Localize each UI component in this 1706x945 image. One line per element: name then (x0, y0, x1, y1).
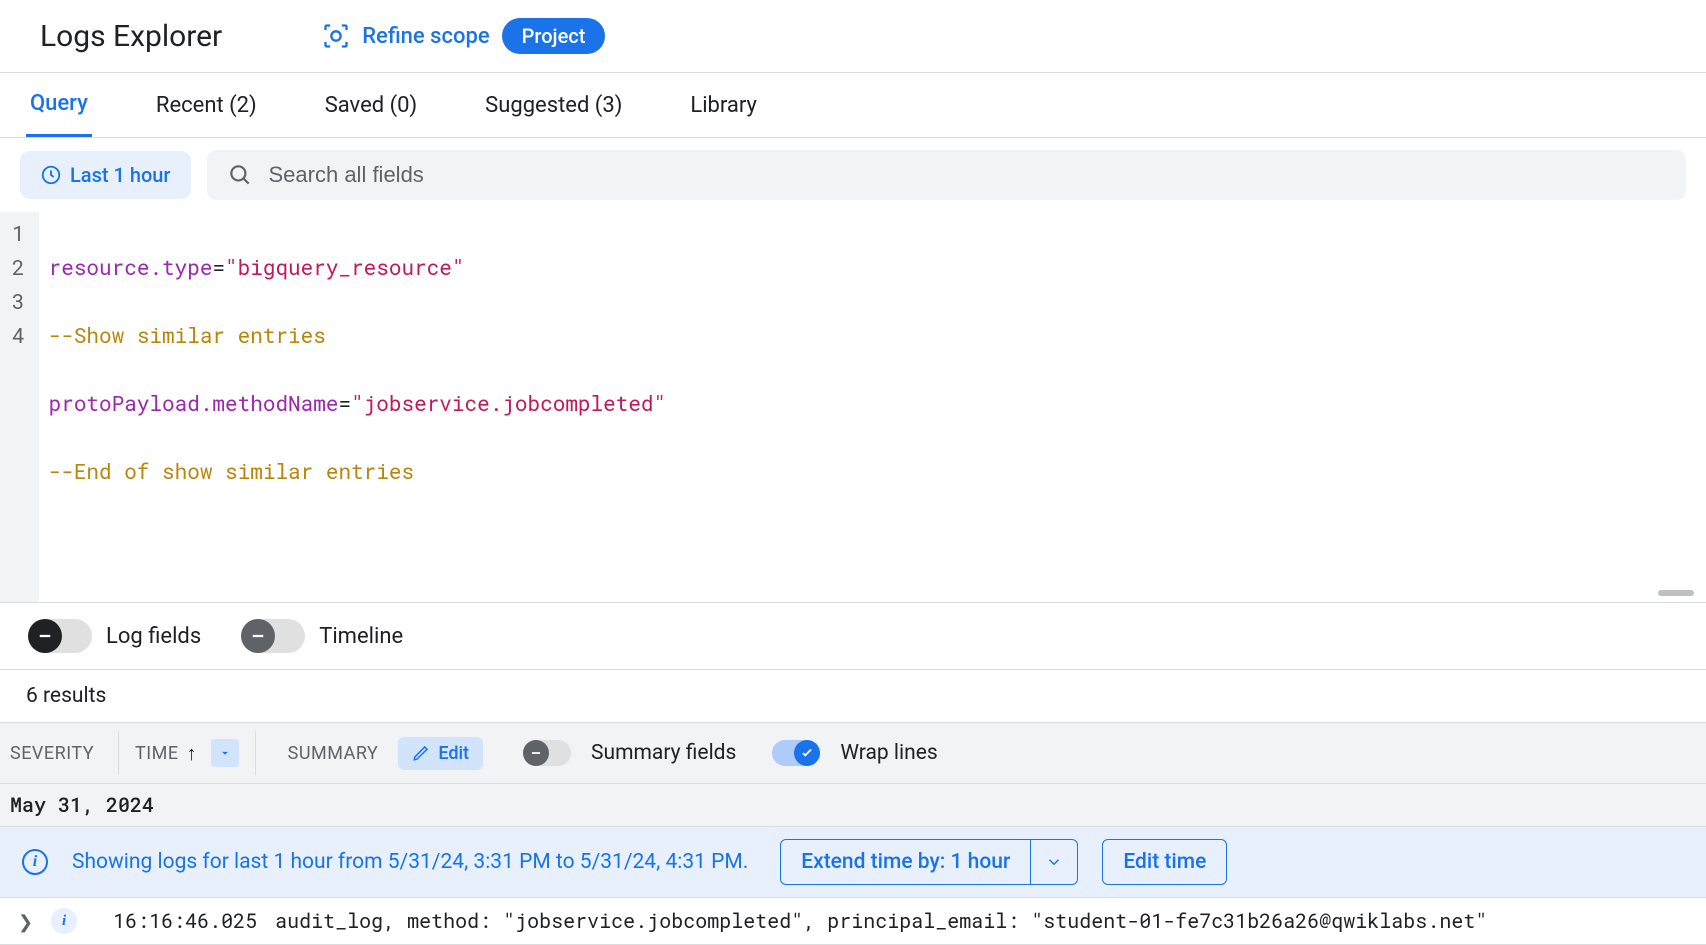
line-number: 2 (12, 250, 25, 284)
tab-suggested[interactable]: Suggested (3) (481, 75, 626, 136)
tab-library[interactable]: Library (686, 75, 761, 136)
col-severity: Severity (10, 743, 94, 764)
extend-time-dropdown[interactable] (1030, 840, 1077, 884)
query-token-key: protoPayload.methodName (49, 389, 339, 417)
timeline-label: Timeline (319, 624, 403, 649)
scope-icon (322, 22, 350, 50)
header: Logs Explorer Refine scope Project (0, 0, 1706, 73)
col-time-label: Time (135, 743, 179, 764)
query-token-string: "jobservice.jobcompleted" (351, 389, 666, 417)
query-bar: Last 1 hour (0, 138, 1706, 212)
log-timestamp: 16:16:46.025 (113, 908, 257, 934)
log-fields-toggle-group: Log fields (28, 619, 201, 653)
col-time[interactable]: Time ↑ (118, 731, 256, 775)
time-range-info-row: i Showing logs for last 1 hour from 5/31… (0, 827, 1706, 898)
scope-badge: Project (502, 18, 606, 54)
query-token-string: "bigquery_resource" (225, 253, 464, 281)
tab-saved[interactable]: Saved (0) (321, 75, 421, 136)
results-columns-header: Severity Time ↑ Summary Edit Summary fie… (0, 722, 1706, 784)
results-count: 6 results (0, 670, 1706, 722)
query-token-op: = (338, 389, 351, 417)
minus-icon (523, 740, 549, 766)
line-number: 1 (12, 216, 25, 250)
editor-gutter: 1 2 3 4 (0, 212, 39, 602)
time-range-label: Last 1 hour (70, 163, 171, 187)
col-summary: Summary (288, 743, 379, 764)
resize-handle[interactable] (1658, 590, 1694, 596)
line-number: 3 (12, 284, 25, 318)
info-icon: i (22, 849, 48, 875)
panel-toggles: Log fields Timeline (0, 603, 1706, 670)
wrap-lines-label: Wrap lines (840, 741, 937, 765)
clock-icon (40, 164, 62, 186)
line-number: 4 (12, 318, 25, 352)
time-range-chip[interactable]: Last 1 hour (20, 151, 191, 199)
edit-summary-button[interactable]: Edit (398, 737, 483, 770)
time-range-info-text: Showing logs for last 1 hour from 5/31/2… (72, 850, 748, 874)
summary-fields-label: Summary fields (591, 741, 736, 765)
log-entry-row[interactable]: ❯ i 16:16:46.025 audit_log, method: "job… (0, 898, 1706, 945)
query-token-op: = (212, 253, 225, 281)
query-token-comment: --Show similar entries (49, 321, 326, 349)
page-title: Logs Explorer (40, 19, 222, 54)
query-token-key: resource.type (49, 253, 213, 281)
col-summary-group: Summary Edit Summary fields Wrap lines (280, 737, 938, 770)
timeline-toggle-group: Timeline (241, 619, 403, 653)
search-input[interactable] (269, 162, 1667, 188)
query-token-comment: --End of show similar entries (49, 457, 414, 485)
editor-code[interactable]: resource.type="bigquery_resource" --Show… (39, 212, 677, 602)
refine-scope-button[interactable]: Refine scope Project (322, 18, 605, 54)
edit-label: Edit (438, 743, 469, 764)
tab-query[interactable]: Query (26, 73, 92, 137)
pencil-icon (412, 744, 430, 762)
sort-asc-icon: ↑ (187, 741, 197, 766)
expand-caret-icon[interactable]: ❯ (18, 909, 33, 933)
tabs: Query Recent (2) Saved (0) Suggested (3)… (0, 73, 1706, 138)
timeline-toggle[interactable] (241, 619, 305, 653)
query-editor[interactable]: 1 2 3 4 resource.type="bigquery_resource… (0, 212, 1706, 603)
log-summary-text: audit_log, method: "jobservice.jobcomple… (275, 908, 1487, 934)
edit-time-button[interactable]: Edit time (1102, 839, 1227, 885)
refine-scope-label: Refine scope (362, 24, 489, 49)
date-header: May 31, 2024 (0, 784, 1706, 827)
time-dropdown-button[interactable] (211, 739, 239, 767)
summary-fields-toggle[interactable] (523, 740, 571, 766)
wrap-lines-toggle[interactable] (772, 740, 820, 766)
search-box[interactable] (207, 150, 1687, 200)
caret-down-icon (218, 746, 232, 760)
severity-info-icon: i (51, 908, 77, 934)
minus-icon (28, 619, 62, 653)
check-icon (794, 740, 820, 766)
log-fields-label: Log fields (106, 624, 201, 649)
extend-time-button[interactable]: Extend time by: 1 hour (780, 839, 1078, 885)
log-fields-toggle[interactable] (28, 619, 92, 653)
tab-recent[interactable]: Recent (2) (152, 75, 261, 136)
search-icon (227, 162, 253, 188)
minus-icon (241, 619, 275, 653)
chevron-down-icon (1045, 853, 1063, 871)
extend-time-label: Extend time by: 1 hour (781, 840, 1030, 884)
